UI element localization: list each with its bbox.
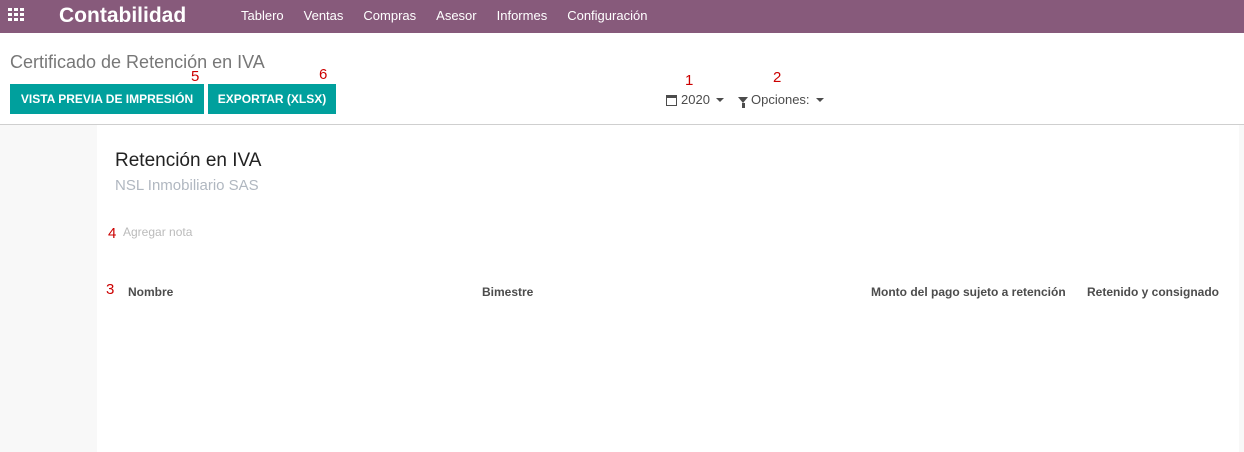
annotation-marker-3: 3 [106,281,115,298]
menu-item-compras[interactable]: Compras [363,0,416,33]
column-header-nombre: Nombre [128,285,174,299]
annotation-marker-6: 6 [319,66,328,83]
company-name: NSL Inmobiliario SAS [115,177,259,194]
export-xlsx-button[interactable]: EXPORTAR (XLSX) [208,84,336,114]
annotation-marker-4: 4 [108,225,117,242]
menu-item-asesor[interactable]: Asesor [436,0,476,33]
menu-item-configuracion[interactable]: Configuración [567,0,647,33]
control-panel: Certificado de Retención en IVA VISTA PR… [0,33,1244,125]
main-menu: Tablero Ventas Compras Asesor Informes C… [241,0,667,33]
breadcrumb: Certificado de Retención en IVA [10,52,265,72]
apps-grid-icon[interactable] [8,8,26,22]
filter-icon [738,97,748,108]
menu-item-informes[interactable]: Informes [497,0,548,33]
menu-item-ventas[interactable]: Ventas [304,0,344,33]
add-note-field[interactable]: Agregar nota [123,225,192,239]
annotation-marker-5: 5 [191,68,200,85]
caret-down-icon [715,98,724,102]
options-filter-label: Opciones: [751,92,810,107]
column-header-retenido: Retenido y consignado [1087,285,1220,299]
report-sheet [97,125,1239,452]
report-title: Retención en IVA [115,150,262,171]
options-filter-dropdown[interactable]: Opciones: [738,92,824,108]
caret-down-icon [815,98,824,102]
top-navbar: Contabilidad Tablero Ventas Compras Ases… [0,0,1244,33]
calendar-icon [666,94,677,106]
app-title[interactable]: Contabilidad [59,3,186,29]
menu-item-tablero[interactable]: Tablero [241,0,284,33]
annotation-marker-1: 1 [685,72,694,89]
column-header-monto: Monto del pago sujeto a retención [871,285,1066,299]
annotation-marker-2: 2 [773,69,782,86]
print-preview-button[interactable]: VISTA PREVIA DE IMPRESIÓN [10,84,204,114]
column-header-bimestre: Bimestre [482,285,534,299]
year-filter-dropdown[interactable]: 2020 [666,92,724,108]
year-filter-label: 2020 [681,92,710,107]
